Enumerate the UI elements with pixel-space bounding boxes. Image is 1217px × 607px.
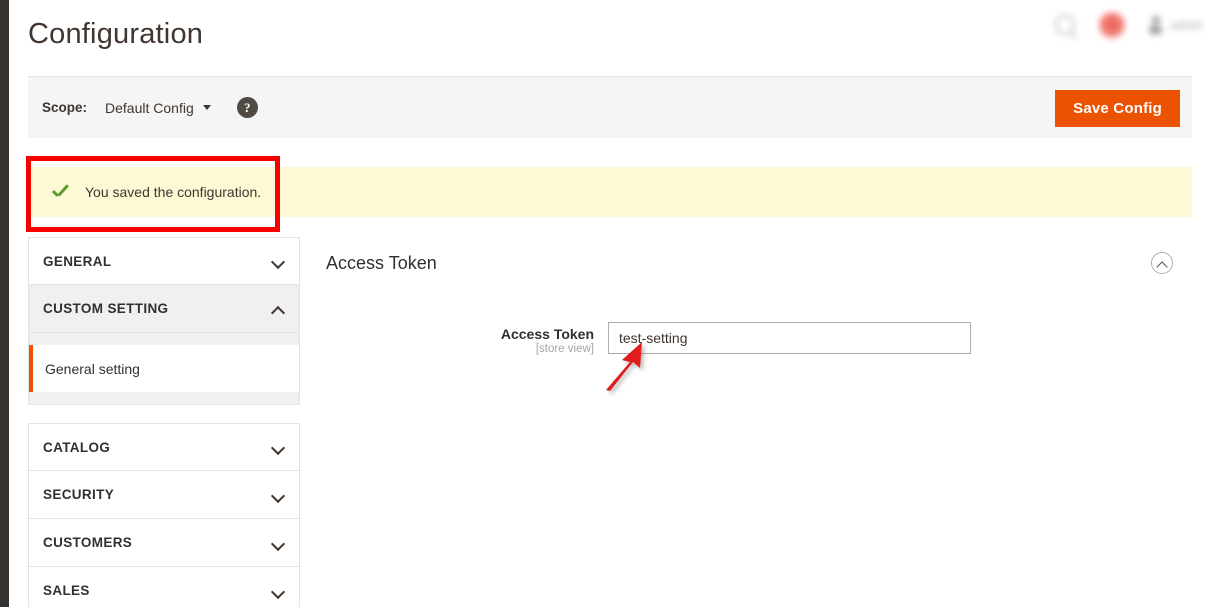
chevron-down-icon xyxy=(272,441,284,453)
notification-bell-icon[interactable] xyxy=(1099,12,1126,38)
sidebar-subitem-label: General setting xyxy=(45,360,140,377)
sidebar-item-general[interactable]: GENERAL xyxy=(28,237,300,285)
chevron-down-icon xyxy=(202,105,211,110)
scope-select[interactable]: Default Config xyxy=(105,100,211,116)
header-tools: admin xyxy=(1055,12,1203,38)
chevron-down-icon xyxy=(272,585,284,597)
configuration-content: Access Token Access Token [store view] xyxy=(326,237,1192,355)
save-config-button[interactable]: Save Config xyxy=(1055,90,1180,127)
section-header: Access Token xyxy=(326,237,1192,289)
sidebar-submenu-custom-setting: General setting xyxy=(28,333,300,405)
access-token-input[interactable] xyxy=(608,322,971,354)
admin-configuration-page: Configuration admin Scope: Default Confi… xyxy=(0,0,1217,607)
nav-group-primary: GENERAL CUSTOM SETTING General setting xyxy=(28,237,300,405)
chevron-down-icon xyxy=(272,255,284,267)
sidebar-item-label: GENERAL xyxy=(43,253,112,269)
sidebar-item-label: SALES xyxy=(43,583,90,598)
sidebar-item-label: CUSTOM SETTING xyxy=(43,301,169,316)
field-scope-note: [store view] xyxy=(535,343,594,355)
chevron-up-circle-icon[interactable] xyxy=(1151,252,1173,274)
question-mark-icon[interactable]: ? xyxy=(236,97,258,118)
field-label: Access Token xyxy=(500,326,594,342)
user-account-menu[interactable]: admin xyxy=(1149,16,1203,34)
admin-sidebar-rail xyxy=(0,0,9,607)
chevron-down-icon xyxy=(272,489,284,501)
nav-group-secondary: CATALOG SECURITY CUSTOMERS SALES xyxy=(28,423,300,607)
success-message-bar: You saved the configuration. xyxy=(28,167,1192,217)
scope-bar: Scope: Default Config ? Save Config xyxy=(28,76,1192,138)
section-title: Access Token xyxy=(326,252,437,273)
submenu-spacer-bottom xyxy=(29,392,299,404)
account-name: admin xyxy=(1170,18,1203,32)
page-title: Configuration xyxy=(28,18,204,50)
chevron-down-icon xyxy=(272,537,284,549)
sidebar-item-label: SECURITY xyxy=(43,487,115,502)
sidebar-item-customers[interactable]: CUSTOMERS xyxy=(28,519,300,567)
sidebar-item-general-setting[interactable]: General setting xyxy=(29,345,299,392)
search-icon[interactable] xyxy=(1055,15,1076,35)
sidebar-item-sales[interactable]: SALES xyxy=(28,567,300,607)
chevron-up-icon xyxy=(272,303,284,315)
nav-group-gap xyxy=(28,405,300,423)
check-mark-icon xyxy=(51,183,70,202)
scope-label: Scope: xyxy=(42,100,88,115)
page-header: Configuration admin xyxy=(9,0,1217,67)
sidebar-item-label: CUSTOMERS xyxy=(43,535,133,550)
user-account-icon xyxy=(1149,16,1163,34)
field-row-access-token: Access Token [store view] xyxy=(326,322,1192,355)
sidebar-item-catalog[interactable]: CATALOG xyxy=(28,423,300,471)
sidebar-item-security[interactable]: SECURITY xyxy=(28,471,300,519)
success-message-text: You saved the configuration. xyxy=(85,184,262,200)
submenu-spacer xyxy=(29,333,299,345)
configuration-nav: GENERAL CUSTOM SETTING General setting C… xyxy=(28,237,300,607)
scope-select-value: Default Config xyxy=(105,99,194,116)
sidebar-item-custom-setting[interactable]: CUSTOM SETTING xyxy=(28,285,300,333)
sidebar-item-label: CATALOG xyxy=(43,439,111,455)
field-label-column: Access Token [store view] xyxy=(326,322,608,355)
